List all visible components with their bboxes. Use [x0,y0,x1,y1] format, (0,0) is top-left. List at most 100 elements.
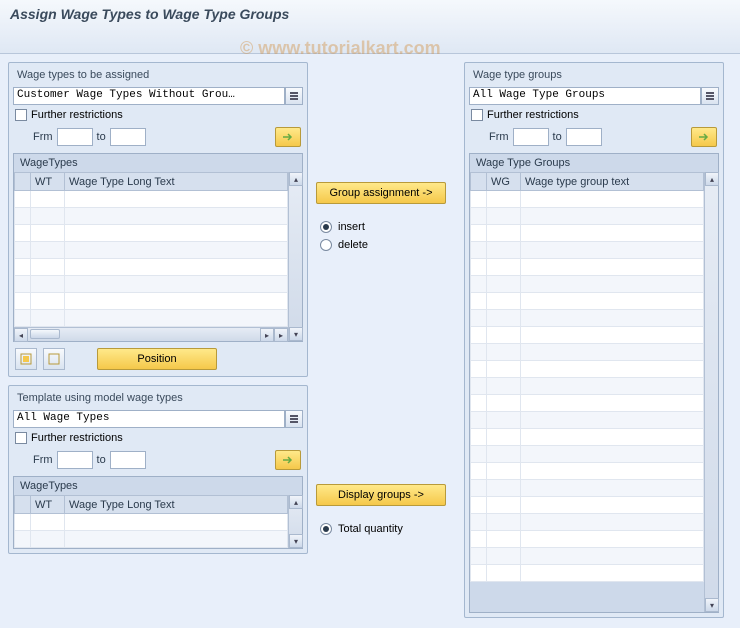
table-row[interactable] [15,225,288,242]
table-row[interactable] [15,191,288,208]
left-column: Wage types to be assigned Customer Wage … [8,62,308,620]
radio-delete[interactable] [320,239,332,251]
table-row[interactable] [471,293,704,310]
row-selector-col [471,173,487,191]
table-row[interactable] [15,259,288,276]
dropdown-button[interactable] [701,87,719,105]
table-row[interactable] [15,514,288,531]
panel-title: Template using model wage types [13,390,303,410]
frm-input[interactable] [513,128,549,146]
table-row[interactable] [471,225,704,242]
further-restrictions-checkbox[interactable] [15,432,27,444]
group-assignment-button[interactable]: Group assignment -> [316,182,446,204]
further-restrictions-label: Further restrictions [31,109,123,121]
table-row[interactable] [471,208,704,225]
scroll-right-end-button[interactable]: ▸ [274,328,288,342]
col-wt[interactable]: WT [31,173,65,191]
scroll-up-button[interactable]: ▴ [705,172,719,186]
table-row[interactable] [15,531,288,548]
scroll-right-button[interactable]: ▸ [260,328,274,342]
scroll-down-button[interactable]: ▾ [705,598,719,612]
hscrollbar[interactable]: ◂ ▸ ▸ [14,327,288,341]
table-row[interactable] [15,293,288,310]
select-all-button[interactable] [15,348,37,370]
table-row[interactable] [471,412,704,429]
table-row[interactable] [471,395,704,412]
table-row[interactable] [471,446,704,463]
hscroll-track[interactable] [28,328,260,341]
table-row[interactable] [15,310,288,327]
table-row[interactable] [471,310,704,327]
table-row[interactable] [471,531,704,548]
further-restrictions-checkbox[interactable] [471,109,483,121]
wage-type-groups-table-wrap: Wage Type Groups WG Wage type group text [469,153,719,613]
further-restrictions-label: Further restrictions [31,432,123,444]
table-row[interactable] [471,327,704,344]
vscrollbar[interactable]: ▴ ▾ [288,495,302,548]
table-row[interactable] [471,276,704,293]
table-row[interactable] [471,497,704,514]
table-row[interactable] [471,191,704,208]
table-row[interactable] [471,429,704,446]
col-wt[interactable]: WT [31,496,65,514]
deselect-all-icon [48,353,60,365]
col-wg[interactable]: WG [487,173,521,191]
further-restrictions-checkbox[interactable] [15,109,27,121]
col-group-text[interactable]: Wage type group text [521,173,704,191]
table-row[interactable] [471,242,704,259]
position-button[interactable]: Position [97,348,217,370]
to-input[interactable] [110,128,146,146]
to-label: to [97,454,106,466]
panel-template-wage-types: Template using model wage types All Wage… [8,385,308,554]
scroll-left-button[interactable]: ◂ [14,328,28,342]
groups-filter-dropdown[interactable]: All Wage Type Groups [469,87,701,105]
table-row[interactable] [471,463,704,480]
table-title: WageTypes [14,154,302,172]
table-row[interactable] [471,344,704,361]
frm-input[interactable] [57,128,93,146]
table-row[interactable] [471,514,704,531]
template-table: WT Wage Type Long Text [14,495,288,548]
table-row[interactable] [471,565,704,582]
execute-button[interactable] [275,127,301,147]
scroll-down-button[interactable]: ▾ [289,534,303,548]
to-input[interactable] [110,451,146,469]
select-all-icon [20,353,32,365]
radio-total-quantity[interactable] [320,523,332,535]
col-long-text[interactable]: Wage Type Long Text [65,173,288,191]
table-row[interactable] [471,361,704,378]
group-assignment-label: Group assignment -> [329,187,432,199]
panel-wage-types-assigned: Wage types to be assigned Customer Wage … [8,62,308,377]
table-row[interactable] [471,480,704,497]
to-input[interactable] [566,128,602,146]
radio-total-quantity-row[interactable]: Total quantity [320,520,456,538]
scroll-down-button[interactable]: ▾ [289,327,303,341]
radio-total-quantity-label: Total quantity [338,523,403,535]
deselect-all-button[interactable] [43,348,65,370]
radio-insert-row[interactable]: insert [320,218,456,236]
wage-filter-dropdown[interactable]: Customer Wage Types Without Grou… [13,87,285,105]
frm-input[interactable] [57,451,93,469]
vscrollbar[interactable]: ▴ ▾ [288,172,302,341]
table-row[interactable] [15,276,288,293]
radio-insert[interactable] [320,221,332,233]
execute-button[interactable] [275,450,301,470]
hscroll-thumb[interactable] [30,329,60,339]
template-table-wrap: WageTypes WT Wage Type Long Text [13,476,303,549]
vscrollbar[interactable]: ▴ ▾ [704,172,718,612]
table-row[interactable] [471,548,704,565]
table-row[interactable] [15,242,288,259]
template-filter-dropdown[interactable]: All Wage Types [13,410,285,428]
dropdown-button[interactable] [285,87,303,105]
execute-button[interactable] [691,127,717,147]
scroll-up-button[interactable]: ▴ [289,495,303,509]
radio-delete-row[interactable]: delete [320,236,456,254]
header-bar: Assign Wage Types to Wage Type Groups [0,0,740,54]
table-row[interactable] [471,378,704,395]
dropdown-button[interactable] [285,410,303,428]
col-long-text[interactable]: Wage Type Long Text [65,496,288,514]
display-groups-button[interactable]: Display groups -> [316,484,446,506]
table-row[interactable] [471,259,704,276]
table-row[interactable] [15,208,288,225]
scroll-up-button[interactable]: ▴ [289,172,303,186]
